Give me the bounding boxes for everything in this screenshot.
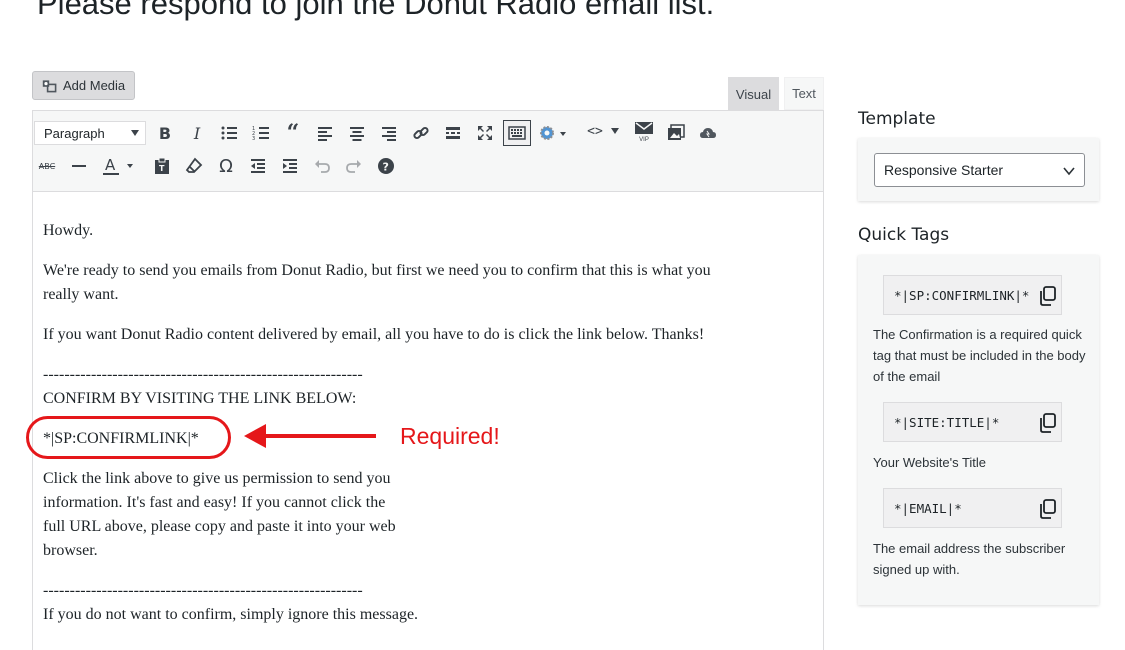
paragraph-ignore: If you do not want to confirm, simply ig… <box>43 606 419 623</box>
svg-text:3: 3 <box>252 136 255 142</box>
bullet-list-icon[interactable] <box>216 120 242 146</box>
paragraph-intro-line1: We're ready to send you emails from Donu… <box>43 262 711 279</box>
numbered-list-icon[interactable]: 123 <box>248 120 274 146</box>
quick-tag-value: *|EMAIL|* <box>894 500 962 516</box>
chevron-down-icon <box>131 130 139 136</box>
toolbar-toggle-icon[interactable] <box>503 120 531 146</box>
align-right-icon[interactable] <box>376 120 402 146</box>
paste-text-icon[interactable]: T <box>149 153 175 179</box>
settings-gear-icon[interactable] <box>535 120 571 146</box>
outdent-icon[interactable] <box>245 153 271 179</box>
tab-visual[interactable]: Visual <box>728 77 779 110</box>
quick-tag-description: The email address the subscriber signed … <box>873 541 1066 577</box>
quick-tag-value: *|SP:CONFIRMLINK|* <box>894 287 1030 303</box>
clear-format-icon[interactable] <box>181 153 207 179</box>
copy-icon[interactable] <box>1039 286 1057 306</box>
arrow-shaft <box>262 434 376 438</box>
read-more-icon[interactable] <box>440 120 466 146</box>
copy-icon[interactable] <box>1039 413 1057 433</box>
quick-tag-box[interactable]: *|SP:CONFIRMLINK|* <box>883 275 1062 315</box>
media-icon <box>42 79 57 92</box>
add-media-label: Add Media <box>63 78 126 93</box>
svg-text:?: ? <box>383 161 389 174</box>
omega-icon[interactable]: Ω <box>213 153 239 179</box>
quick-tag-description: Your Website's Title <box>873 455 987 470</box>
code-icon[interactable]: <> <box>583 118 623 144</box>
editor-toolbar: Paragraph B I 123 “ <> VIP ABC A T Ω ? <box>33 111 823 192</box>
confirm-heading: CONFIRM BY VISITING THE LINK BELOW: <box>43 390 357 407</box>
redo-icon[interactable] <box>341 153 367 179</box>
page-title: Please respond to join the Donut Radio e… <box>37 0 715 21</box>
fullscreen-icon[interactable] <box>472 120 498 146</box>
italic-icon[interactable]: I <box>184 120 210 146</box>
required-annotation-label: Required! <box>400 423 500 449</box>
paragraph-permission-line3: full URL above, please copy and paste it… <box>43 518 396 535</box>
blockquote-icon[interactable]: “ <box>280 120 306 146</box>
chevron-down-icon <box>1063 167 1075 176</box>
cloud-icon[interactable] <box>695 120 721 146</box>
vip-mail-icon[interactable]: VIP <box>631 119 657 145</box>
gallery-icon[interactable] <box>663 120 689 146</box>
bold-icon[interactable]: B <box>152 120 178 146</box>
svg-text:A: A <box>105 156 116 174</box>
format-select[interactable]: Paragraph <box>34 121 146 145</box>
paragraph-permission-line4: browser. <box>43 542 98 559</box>
quick-tags-panel: *|SP:CONFIRMLINK|* The Confirmation is a… <box>858 255 1099 605</box>
svg-text:T: T <box>159 164 165 173</box>
horizontal-line-icon[interactable] <box>66 153 92 179</box>
indent-icon[interactable] <box>277 153 303 179</box>
tab-text[interactable]: Text <box>784 77 824 110</box>
editor: Paragraph B I 123 “ <> VIP ABC A T Ω ? H… <box>32 110 824 650</box>
highlight-ring-annotation <box>26 416 231 459</box>
quick-tag-box[interactable]: *|EMAIL|* <box>883 488 1062 528</box>
align-center-icon[interactable] <box>344 120 370 146</box>
template-select-value: Responsive Starter <box>884 162 1004 178</box>
template-select[interactable]: Responsive Starter <box>874 153 1085 187</box>
undo-icon[interactable] <box>309 153 335 179</box>
template-panel: Responsive Starter <box>858 138 1099 201</box>
paragraph-greeting: Howdy. <box>43 222 94 239</box>
align-left-icon[interactable] <box>312 120 338 146</box>
copy-icon[interactable] <box>1039 499 1057 519</box>
template-title: Template <box>858 109 936 129</box>
paragraph-permission-line1: Click the link above to give us permissi… <box>43 470 391 487</box>
divider-line-bottom: ----------------------------------------… <box>43 582 363 599</box>
help-icon[interactable]: ? <box>373 153 399 179</box>
divider-line-top: ----------------------------------------… <box>43 366 363 383</box>
quick-tag-box[interactable]: *|SITE:TITLE|* <box>883 402 1062 442</box>
text-color-icon[interactable]: A <box>98 153 140 179</box>
quick-tag-description: The Confirmation is a required quick tag… <box>873 327 1086 384</box>
quick-tags-title: Quick Tags <box>858 225 950 245</box>
paragraph-intro-line2: really want. <box>43 286 119 303</box>
format-select-value: Paragraph <box>44 125 105 141</box>
strikethrough-icon[interactable]: ABC <box>34 153 60 179</box>
link-icon[interactable] <box>408 120 434 146</box>
paragraph-instructions: If you want Donut Radio content delivere… <box>43 326 705 343</box>
add-media-button[interactable]: Add Media <box>32 71 135 100</box>
paragraph-permission-line2: information. It's fast and easy! If you … <box>43 494 386 511</box>
quick-tag-value: *|SITE:TITLE|* <box>894 414 1000 430</box>
vip-label: VIP <box>639 136 649 143</box>
